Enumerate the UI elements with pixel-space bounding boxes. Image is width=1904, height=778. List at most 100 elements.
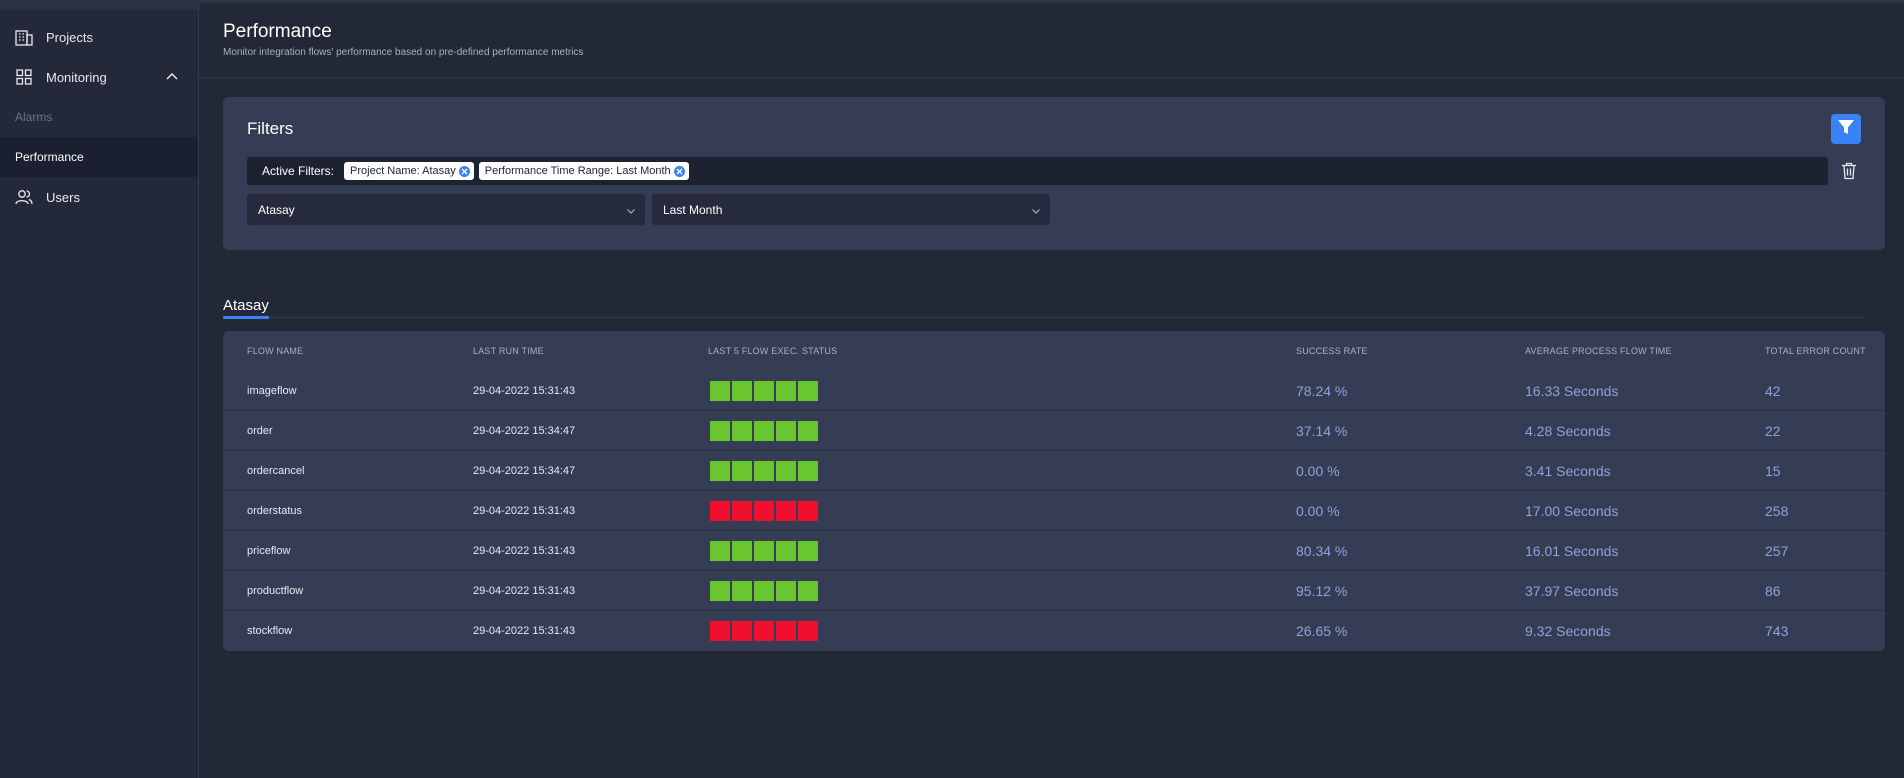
status-square-fail [732, 621, 752, 641]
column-header-last-run-time: LAST RUN TIME [473, 346, 544, 356]
last-run-time: 29-04-2022 15:31:43 [473, 585, 576, 597]
performance-table: FLOW NAME LAST RUN TIME LAST 5 FLOW EXEC… [223, 331, 1885, 651]
table-row[interactable]: orderstatus 29-04-2022 15:31:43 0.00 % 17.0… [223, 491, 1885, 531]
remove-chip-icon[interactable] [458, 165, 470, 177]
status-square-success [776, 421, 796, 441]
sidebar-item-label: Monitoring [46, 69, 107, 85]
chevron-up-icon[interactable] [164, 69, 180, 85]
last-5-status [710, 491, 820, 531]
status-square-success [776, 381, 796, 401]
time-range-select[interactable]: Last Month [652, 194, 1050, 225]
project-select[interactable]: Atasay [247, 194, 645, 225]
time-range-select-value: Last Month [663, 202, 723, 217]
status-square-success [754, 421, 774, 441]
success-rate: 78.24 % [1296, 383, 1348, 399]
status-square-success [754, 381, 774, 401]
last-5-status [710, 611, 820, 651]
status-square-success [710, 421, 730, 441]
table-row[interactable]: stockflow 29-04-2022 15:31:43 26.65 % 9.32 … [223, 611, 1885, 651]
status-square-success [732, 381, 752, 401]
table-row[interactable]: order 29-04-2022 15:34:47 37.14 % 4.28 Seco… [223, 411, 1885, 451]
table-row[interactable]: ordercancel 29-04-2022 15:34:47 0.00 % 3.41… [223, 451, 1885, 491]
users-icon [14, 187, 34, 207]
column-header-total-error-count: TOTAL ERROR COUNT [1765, 346, 1866, 356]
flow-name: productflow [247, 585, 304, 597]
last-run-time: 29-04-2022 15:31:43 [473, 625, 576, 637]
main-content: Performance Monitor integration flows' p… [199, 0, 1904, 778]
status-square-fail [798, 621, 818, 641]
chevron-down-icon [626, 205, 636, 215]
trash-icon[interactable] [1841, 162, 1857, 180]
project-tab-title[interactable]: Atasay [223, 297, 269, 314]
avg-process-flow-time: 16.01 Seconds [1525, 543, 1619, 559]
filter-button[interactable] [1831, 114, 1861, 144]
status-square-success [710, 461, 730, 481]
table-row[interactable]: imageflow 29-04-2022 15:31:43 78.24 % 16.33… [223, 371, 1885, 411]
status-square-fail [754, 501, 774, 521]
last-5-status [710, 451, 820, 491]
status-square-success [798, 581, 818, 601]
status-square-fail [710, 501, 730, 521]
sidebar-item-performance[interactable]: Performance [0, 137, 198, 177]
sidebar: Projects Monitoring Alarms Performance U… [0, 0, 199, 778]
total-error-count: 86 [1765, 583, 1781, 599]
total-error-count: 15 [1765, 463, 1781, 479]
filters-card: Filters Active Filters: Project Name: At… [223, 97, 1885, 250]
status-squares [710, 501, 820, 521]
status-square-fail [776, 621, 796, 641]
status-square-success [798, 381, 818, 401]
status-square-success [754, 581, 774, 601]
last-run-time: 29-04-2022 15:31:43 [473, 505, 576, 517]
last-5-status [710, 531, 820, 571]
filter-chip-label: Performance Time Range: Last Month [484, 165, 671, 177]
status-square-success [776, 581, 796, 601]
last-5-status [710, 371, 820, 411]
status-square-success [732, 581, 752, 601]
column-header-last-5-status: LAST 5 FLOW EXEC. STATUS [708, 346, 838, 356]
header-divider [199, 77, 1904, 78]
status-square-success [798, 421, 818, 441]
flow-name: priceflow [247, 545, 291, 557]
avg-process-flow-time: 37.97 Seconds [1525, 583, 1619, 599]
status-square-success [754, 541, 774, 561]
total-error-count: 42 [1765, 383, 1781, 399]
filter-chip-time-range: Performance Time Range: Last Month [478, 162, 689, 180]
status-square-success [798, 461, 818, 481]
active-filters-bar: Active Filters: Project Name: Atasay Per… [247, 157, 1828, 185]
success-rate: 37.14 % [1296, 423, 1348, 439]
status-square-success [710, 581, 730, 601]
status-square-success [710, 381, 730, 401]
project-select-value: Atasay [258, 202, 295, 217]
sidebar-item-alarms[interactable]: Alarms [0, 97, 198, 137]
status-square-fail [754, 621, 774, 641]
last-run-time: 29-04-2022 15:34:47 [473, 465, 576, 477]
section-divider [269, 317, 1863, 318]
total-error-count: 258 [1765, 503, 1789, 519]
avg-process-flow-time: 3.41 Seconds [1525, 463, 1611, 479]
status-square-success [710, 541, 730, 561]
filter-chip-project: Project Name: Atasay [344, 162, 474, 180]
sidebar-item-projects[interactable]: Projects [0, 17, 198, 57]
chevron-down-icon [1031, 205, 1041, 215]
status-square-fail [732, 501, 752, 521]
status-square-success [732, 421, 752, 441]
last-run-time: 29-04-2022 15:31:43 [473, 545, 576, 557]
success-rate: 0.00 % [1296, 503, 1340, 519]
table-row[interactable]: productflow 29-04-2022 15:31:43 95.12 % 37.… [223, 571, 1885, 611]
last-run-time: 29-04-2022 15:34:47 [473, 425, 576, 437]
column-header-success-rate: SUCCESS RATE [1296, 346, 1368, 356]
last-run-time: 29-04-2022 15:31:43 [473, 385, 576, 397]
avg-process-flow-time: 16.33 Seconds [1525, 383, 1619, 399]
status-squares [710, 621, 820, 641]
sidebar-item-monitoring[interactable]: Monitoring [0, 57, 198, 97]
status-square-success [732, 541, 752, 561]
status-square-success [754, 461, 774, 481]
total-error-count: 743 [1765, 623, 1789, 639]
avg-process-flow-time: 17.00 Seconds [1525, 503, 1619, 519]
remove-chip-icon[interactable] [673, 165, 685, 177]
status-square-fail [776, 501, 796, 521]
filters-title: Filters [247, 119, 294, 138]
page-title: Performance [223, 21, 332, 42]
table-row[interactable]: priceflow 29-04-2022 15:31:43 80.34 % 16.01… [223, 531, 1885, 571]
sidebar-item-users[interactable]: Users [0, 177, 198, 217]
